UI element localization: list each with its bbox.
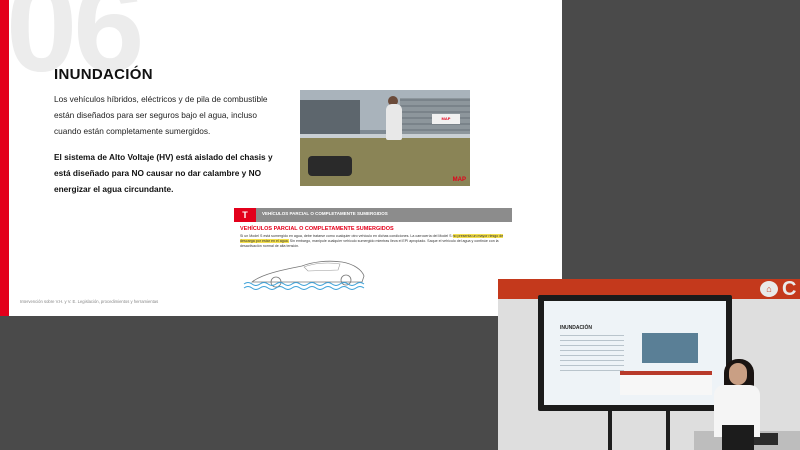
presenter-webcam: ⌂ C INUNDACIÓN [498, 279, 800, 450]
car-window [303, 262, 341, 272]
wall-logo-icon: ⌂ [760, 281, 778, 297]
display-text-lines [560, 335, 624, 375]
presenter-legs [722, 425, 754, 450]
slide-bold-paragraph: El sistema de Alto Voltaje (HV) está ais… [54, 152, 273, 194]
car-outline [250, 260, 365, 283]
photo-watermark: MAP [452, 177, 466, 183]
presenter-face [729, 363, 747, 385]
photo-person [386, 104, 402, 140]
slide-title: INUNDACIÓN [54, 66, 153, 83]
manual-text-start: Si un Model S está sumergido en agua, de… [240, 234, 453, 238]
manual-excerpt: T VEHÍCULOS PARCIAL O COMPLETAMENTE SUME… [234, 208, 512, 292]
photo-sign: MAP [432, 114, 460, 124]
manual-header-bar: T VEHÍCULOS PARCIAL O COMPLETAMENTE SUME… [234, 208, 512, 222]
submerged-car-illustration [243, 260, 365, 290]
water-wave-2 [243, 286, 365, 290]
display-slide-title: INUNDACIÓN [560, 325, 592, 331]
manual-brand-logo: T [234, 208, 256, 222]
manual-header-text: VEHÍCULOS PARCIAL O COMPLETAMENTE SUMERG… [262, 211, 388, 216]
display-photo [642, 333, 698, 363]
slide-footer: Intervención sobre V.H. y V. E. Legislac… [20, 299, 159, 304]
display-stand-right [666, 411, 670, 450]
car-wheel-front [340, 274, 352, 286]
manual-text: Si un Model S está sumergido en agua, de… [240, 234, 510, 249]
manual-subtitle: VEHÍCULOS PARCIAL O COMPLETAMENTE SUMERG… [240, 226, 394, 232]
display-screen: INUNDACIÓN [544, 301, 726, 405]
presentation-slide: 06 INUNDACIÓN Los vehículos híbridos, el… [0, 0, 562, 316]
slide-section-number: 06 [6, 0, 144, 99]
display-stand-left [608, 411, 612, 450]
slide-paragraph: Los vehículos híbridos, eléctricos y de … [54, 94, 268, 136]
flood-test-photo: MAP MAP [300, 90, 470, 186]
display-manual-bar [620, 371, 712, 375]
wall-logo-letter: C [782, 279, 797, 300]
photo-submerged-car [308, 156, 352, 176]
